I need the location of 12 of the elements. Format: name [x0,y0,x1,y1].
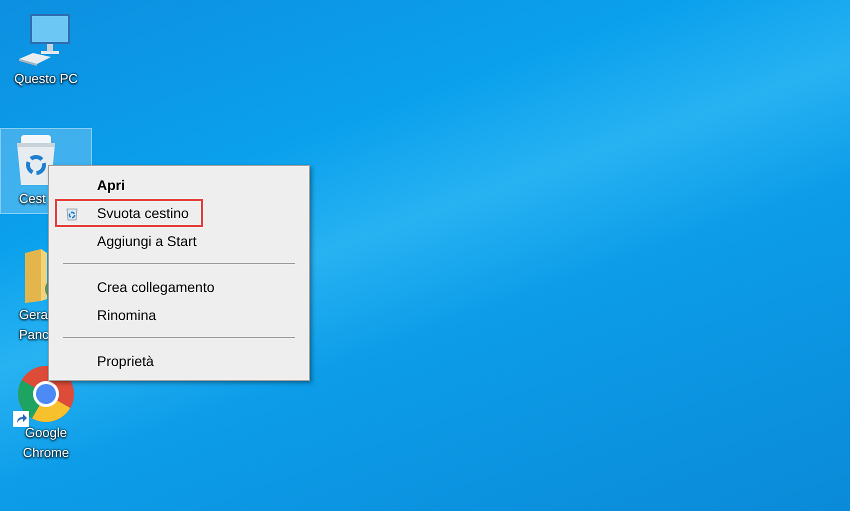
menu-item[interactable]: Crea collegamento [55,273,229,301]
icon-label: Cest [19,190,46,208]
menu-item[interactable]: Proprietà [55,347,168,375]
icon-label: Questo PC [14,70,78,88]
icon-label: Google [25,424,67,442]
menu-item[interactable]: Rinomina [55,301,170,329]
icon-label: Gera [19,306,48,324]
recycle-bin-icon [65,207,79,221]
menu-item[interactable]: Aggiungi a Start [55,227,211,255]
icon-label: Panc [19,326,49,344]
icon-label: Chrome [22,444,70,462]
menu-item[interactable]: Svuota cestino [55,199,203,227]
